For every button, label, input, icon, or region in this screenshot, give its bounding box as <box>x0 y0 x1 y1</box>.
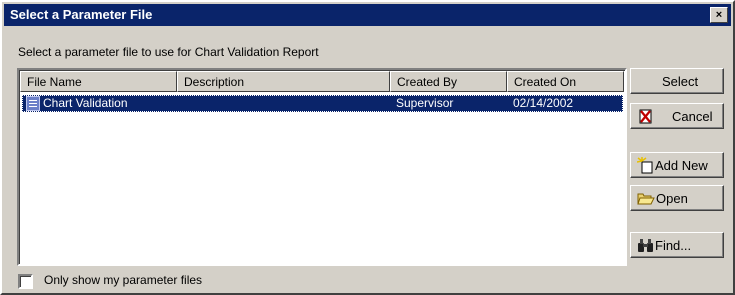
add-new-button-label: Add New <box>655 158 708 173</box>
column-header-file-name[interactable]: File Name <box>20 71 177 92</box>
column-header-description[interactable]: Description <box>177 71 390 92</box>
created-by-cell: Supervisor <box>396 96 454 110</box>
find-button-label: Find... <box>655 238 692 253</box>
created-on-cell: 02/14/2002 <box>513 96 574 110</box>
select-button[interactable]: Select <box>630 68 724 94</box>
document-icon <box>26 96 40 111</box>
window-title: Select a Parameter File <box>10 7 153 22</box>
cancel-button-label: Cancel <box>672 109 713 124</box>
only-mine-label[interactable]: Only show my parameter files <box>44 273 202 287</box>
title-bar[interactable]: Select a Parameter File × <box>4 4 731 26</box>
select-button-label: Select <box>662 74 699 89</box>
dialog-window: Select a Parameter File × Select a param… <box>0 0 735 295</box>
add-new-button[interactable]: Add New <box>630 152 724 178</box>
close-icon: × <box>715 9 723 21</box>
list-header: File Name Description Created By Created… <box>20 71 624 92</box>
binoculars-icon <box>638 239 653 252</box>
only-mine-checkbox[interactable] <box>18 274 33 289</box>
table-row[interactable]: Chart Validation Supervisor 02/14/2002 <box>22 95 623 112</box>
file-name-cell: Chart Validation <box>43 96 128 110</box>
instruction-text: Select a parameter file to use for Chart… <box>18 45 319 59</box>
close-button[interactable]: × <box>710 7 728 23</box>
column-header-created-by[interactable]: Created By <box>390 71 507 92</box>
find-button[interactable]: Find... <box>630 232 724 258</box>
folder-open-icon <box>637 193 655 205</box>
open-button-label: Open <box>656 191 688 206</box>
column-header-created-on[interactable]: Created On <box>507 71 624 92</box>
cancel-button[interactable]: Cancel <box>630 103 724 129</box>
cancel-icon <box>639 109 652 124</box>
new-file-icon <box>637 157 653 174</box>
parameter-file-list[interactable]: File Name Description Created By Created… <box>17 68 627 266</box>
open-button[interactable]: Open <box>630 185 724 211</box>
